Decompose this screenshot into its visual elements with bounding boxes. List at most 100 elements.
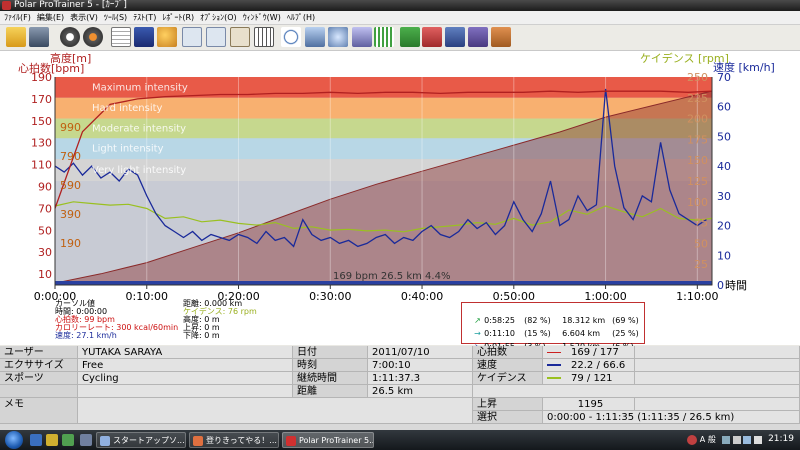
save-icon[interactable] bbox=[29, 27, 49, 47]
menu-options[interactable]: ｵﾌﾟｼｮﾝ(O) bbox=[197, 11, 240, 24]
blank-cell bbox=[635, 372, 800, 385]
hr-tick-label: 30 bbox=[38, 246, 52, 259]
network-icon[interactable] bbox=[743, 435, 752, 444]
wave-green-icon[interactable] bbox=[374, 27, 394, 47]
clock: 21:19 bbox=[768, 434, 794, 444]
blank-cell bbox=[473, 385, 800, 398]
speed-label: 速度 bbox=[473, 359, 543, 372]
hr-value: 169 / 177 bbox=[543, 346, 635, 359]
system-tray[interactable]: A 般 bbox=[687, 434, 762, 445]
cadence-tick-label: 75 bbox=[694, 217, 708, 230]
menu-test[interactable]: ﾃｽﾄ(T) bbox=[130, 11, 159, 24]
curve-icon[interactable] bbox=[182, 27, 202, 47]
ime-mode[interactable]: A 般 bbox=[700, 435, 716, 444]
cadence-tick-label: 225 bbox=[687, 92, 708, 105]
speed-value: 22.2 / 66.6 bbox=[543, 359, 635, 372]
cadence-tick-label: 50 bbox=[694, 237, 708, 250]
zone-label: Hard intensity bbox=[92, 103, 163, 114]
taskbar-item-polar[interactable]: Polar ProTrainer 5... bbox=[282, 432, 374, 448]
speed-tick-label: 10 bbox=[717, 249, 731, 262]
quicklaunch-ie-icon[interactable] bbox=[30, 434, 42, 446]
speed-tick-label: 40 bbox=[717, 160, 731, 173]
sport-value[interactable]: Cycling bbox=[78, 372, 293, 385]
quicklaunch-folder-icon[interactable] bbox=[46, 434, 58, 446]
diary-icon[interactable] bbox=[134, 27, 154, 47]
curve-chart[interactable]: Maximum intensity Hard intensity Moderate … bbox=[0, 51, 800, 303]
search-icon[interactable] bbox=[157, 27, 177, 47]
report-4-icon[interactable] bbox=[468, 27, 488, 47]
columns-icon[interactable] bbox=[254, 27, 274, 47]
sport-label: スポーツ bbox=[0, 372, 78, 385]
calendar-icon[interactable] bbox=[111, 27, 131, 47]
settings-icon[interactable] bbox=[328, 27, 348, 47]
speed-tick-label: 60 bbox=[717, 101, 731, 114]
menu-tools[interactable]: ﾂｰﾙ(S) bbox=[101, 11, 130, 24]
report-1-icon[interactable] bbox=[400, 27, 420, 47]
report-5-icon[interactable] bbox=[491, 27, 511, 47]
zone-summary-row: ↗ 0:58:25 (82 %) 18.312 km (69 %) bbox=[464, 304, 639, 325]
percent-icon[interactable] bbox=[230, 27, 250, 47]
summary-table: ユーザー YUTAKA SARAYA 日付 2011/07/10 心拍数 169… bbox=[0, 346, 800, 430]
taskbar-item-browser[interactable]: 登りきってやる！... bbox=[189, 432, 279, 448]
blank-cell bbox=[635, 398, 800, 411]
exercise-value[interactable]: Free bbox=[78, 359, 293, 372]
menu-file[interactable]: ﾌｧｲﾙ(F) bbox=[0, 11, 34, 24]
user-value[interactable]: YUTAKA SARAYA bbox=[78, 346, 293, 359]
cursor-info-panel: カーソル値 時間: 0:00:00 心拍数: 99 bpm カロリーレート: 3… bbox=[0, 300, 800, 345]
ime-icon[interactable] bbox=[687, 434, 698, 445]
zoom-icon[interactable] bbox=[281, 27, 301, 47]
tray-icon[interactable] bbox=[722, 435, 731, 444]
x-tick-label: 0:40:00 bbox=[401, 290, 443, 300]
hr-axis-title: 心拍数[bpm] bbox=[18, 61, 84, 75]
wave-icon[interactable] bbox=[352, 27, 372, 47]
add-exercise-icon[interactable] bbox=[60, 27, 80, 47]
hr-label: 心拍数 bbox=[473, 346, 543, 359]
app-icon bbox=[2, 1, 11, 10]
toolbar bbox=[0, 25, 800, 51]
blank-label bbox=[0, 385, 78, 398]
cursor-descent: 下降: 0 m bbox=[183, 331, 220, 340]
chart-canvas[interactable]: Maximum intensity Hard intensity Moderate … bbox=[0, 51, 800, 303]
bar-chart-icon[interactable] bbox=[206, 27, 226, 47]
zone-summary-row: → 0:11:10 (15 %) 6.604 km (25 %) bbox=[464, 317, 639, 338]
memo-field[interactable] bbox=[78, 398, 473, 424]
speed-tick-label: 50 bbox=[717, 130, 731, 143]
tray-icon[interactable] bbox=[732, 435, 741, 444]
altitude-tick-label: 390 bbox=[60, 208, 81, 221]
date-value: 2011/07/10 bbox=[368, 346, 473, 359]
zone-label: Moderate intensity bbox=[92, 123, 186, 134]
taskbar-item-startup[interactable]: スタートアップソ... bbox=[96, 432, 186, 448]
selection-value: 0:00:00 - 1:11:35 (1:11:35 / 26.5 km) bbox=[543, 411, 800, 424]
menu-window[interactable]: ｳｨﾝﾄﾞｳ(W) bbox=[240, 11, 284, 24]
cursor-speed: 速度: 27.1 km/h bbox=[55, 331, 117, 340]
quicklaunch-app-icon[interactable] bbox=[62, 434, 74, 446]
open-icon[interactable] bbox=[6, 27, 26, 47]
menu-help[interactable]: ﾍﾙﾌﾟ(H) bbox=[284, 11, 318, 24]
speed-legend-line bbox=[547, 364, 561, 366]
taskbar: スタートアップソ... 登りきってやる！... Polar ProTrainer… bbox=[0, 430, 800, 450]
hr-tick-label: 110 bbox=[31, 159, 52, 172]
x-tick-label: 0:10:00 bbox=[126, 290, 168, 300]
cadence-tick-label: 175 bbox=[687, 133, 708, 146]
show-desktop-icon[interactable] bbox=[80, 434, 92, 446]
zone-label: Very light intensity bbox=[92, 165, 186, 176]
hr-tick-label: 10 bbox=[38, 268, 52, 281]
menu-report[interactable]: ﾚﾎﾟｰﾄ(R) bbox=[159, 11, 197, 24]
menu-edit[interactable]: 編集(E) bbox=[34, 11, 67, 24]
ascent-label: 上昇 bbox=[473, 398, 543, 411]
hr-tick-label: 70 bbox=[38, 202, 52, 215]
start-button[interactable] bbox=[5, 431, 23, 449]
memo-label: メモ bbox=[0, 398, 78, 424]
menu-view[interactable]: 表示(V) bbox=[67, 11, 101, 24]
sync-icon[interactable] bbox=[83, 27, 103, 47]
time-value: 7:00:10 bbox=[368, 359, 473, 372]
altitude-tick-label: 790 bbox=[60, 150, 81, 163]
report-3-icon[interactable] bbox=[445, 27, 465, 47]
duration-label: 継続時間 bbox=[293, 372, 368, 385]
blank-cell bbox=[635, 346, 800, 359]
duration-value: 1:11:37.3 bbox=[368, 372, 473, 385]
upload-icon[interactable] bbox=[305, 27, 325, 47]
volume-icon[interactable] bbox=[754, 435, 762, 444]
report-2-icon[interactable] bbox=[422, 27, 442, 47]
altitude-tick-label: 190 bbox=[60, 237, 81, 250]
